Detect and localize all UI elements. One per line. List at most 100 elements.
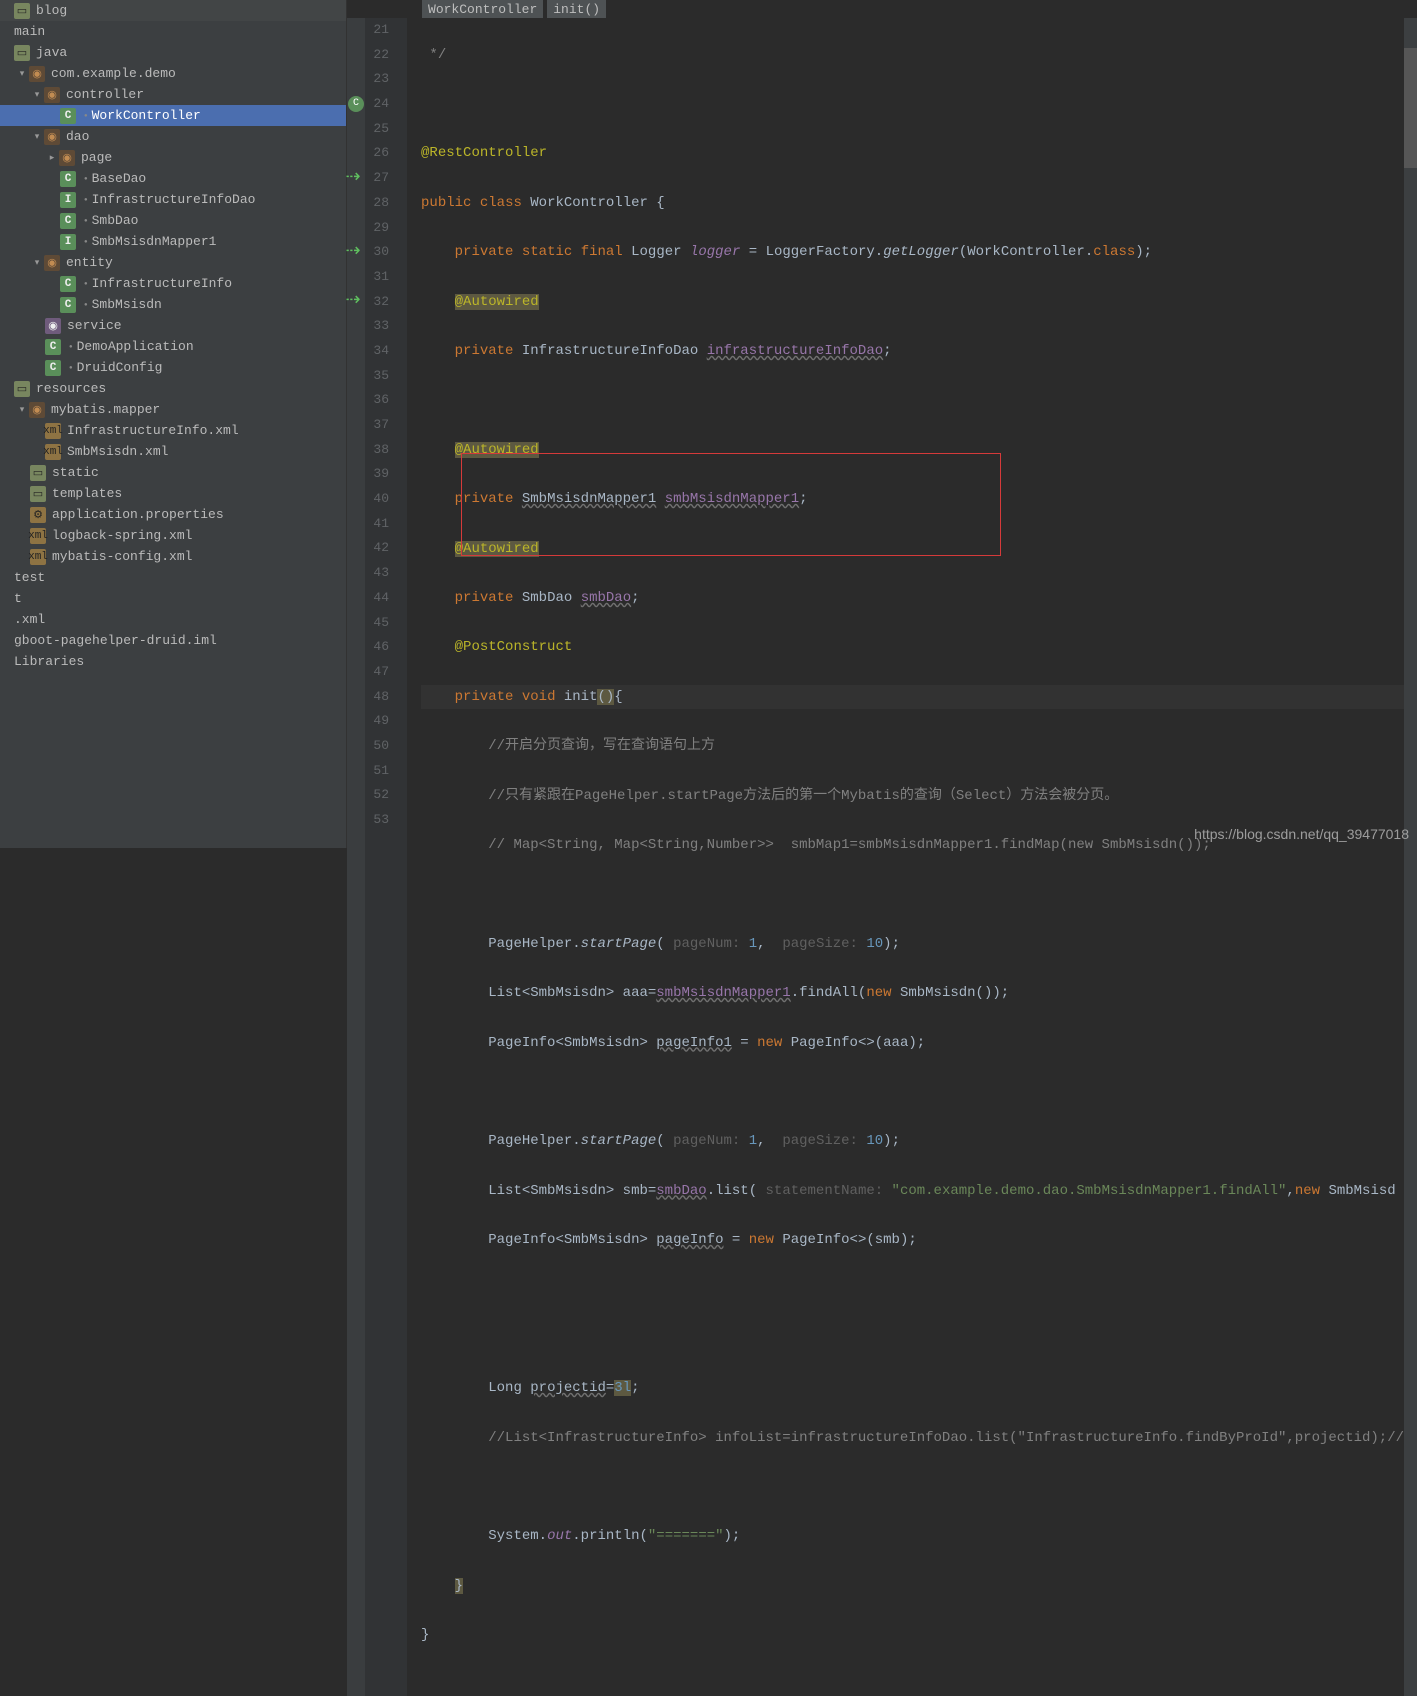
tree-label: blog (36, 3, 67, 18)
class-icon: C (60, 108, 76, 124)
tree-label: dao (66, 129, 89, 144)
tree-item-selected[interactable]: C ● WorkController (0, 105, 346, 126)
modifier-icon: ● (84, 175, 88, 182)
tree-item[interactable]: ▭ templates (0, 483, 346, 504)
tree-label: DemoApplication (77, 339, 194, 354)
tree-label: gboot-pagehelper-druid.iml (14, 633, 217, 648)
bean-gutter-icon[interactable]: ⇢ (345, 293, 361, 309)
folder-icon: ▭ (14, 45, 30, 61)
tree-label: static (52, 465, 99, 480)
tree-label: t (14, 591, 22, 606)
tree-item[interactable]: C ● DruidConfig (0, 357, 346, 378)
gutter: C ⇢ ⇢ ⇢ 21 22 23 24 25 26 27 28 29 30 31… (347, 18, 407, 1696)
tree-label: WorkController (92, 108, 201, 123)
tree-label: SmbMsisdn.xml (67, 444, 168, 459)
scrollbar-thumb[interactable] (1404, 48, 1417, 168)
code-area[interactable]: */ @RestController public class WorkCont… (407, 18, 1404, 1696)
breadcrumb: WorkController init() (347, 0, 1417, 18)
tree-label: test (14, 570, 45, 585)
class-icon: C (45, 339, 61, 355)
bean-gutter-icon[interactable]: ⇢ (345, 244, 361, 260)
tree-item[interactable]: ▾◉controller (0, 84, 346, 105)
xml-file-icon: xml (45, 444, 61, 460)
tree-item[interactable]: Libraries (0, 651, 346, 672)
tree-item[interactable]: C●SmbDao (0, 210, 346, 231)
tree-label: page (81, 150, 112, 165)
tree-item[interactable]: ▾◉entity (0, 252, 346, 273)
tree-label: resources (36, 381, 106, 396)
vertical-scrollbar[interactable] (1404, 18, 1417, 1696)
tree-label: InfrastructureInfoDao (92, 192, 256, 207)
tree-item[interactable]: C●BaseDao (0, 168, 346, 189)
tree-item[interactable]: I ● InfrastructureInfoDao (0, 189, 346, 210)
tree-item[interactable]: ▾◉mybatis.mapper (0, 399, 346, 420)
folder-icon: ▭ (14, 3, 30, 19)
tree-item[interactable]: ▭ java (0, 42, 346, 63)
tree-item[interactable]: .xml (0, 609, 346, 630)
tree-label: DruidConfig (77, 360, 163, 375)
tree-item[interactable]: C●SmbMsisdn (0, 294, 346, 315)
ide-root: ▭ blog main ▭ java ▾◉com.example.demo ▾◉co… (0, 0, 1417, 848)
folder-icon: ▭ (30, 486, 46, 502)
tree-label: .xml (14, 612, 45, 627)
folder-icon: ▭ (30, 465, 46, 481)
tree-label: Libraries (14, 654, 84, 669)
package-icon: ◉ (45, 318, 61, 334)
xml-file-icon: xml (45, 423, 61, 439)
tree-label: BaseDao (92, 171, 147, 186)
interface-icon: I (60, 234, 76, 250)
tree-item[interactable]: ▾◉com.example.demo (0, 63, 346, 84)
tree-item[interactable]: xml SmbMsisdn.xml (0, 441, 346, 462)
tree-item[interactable]: xmlmybatis-config.xml (0, 546, 346, 567)
class-icon: C (60, 276, 76, 292)
tree-item[interactable]: C ● InfrastructureInfo (0, 273, 346, 294)
project-tree[interactable]: ▭ blog main ▭ java ▾◉com.example.demo ▾◉co… (0, 0, 347, 848)
editor[interactable]: C ⇢ ⇢ ⇢ 21 22 23 24 25 26 27 28 29 30 31… (347, 18, 1417, 1696)
breadcrumb-class[interactable]: WorkController (422, 0, 543, 18)
tree-item[interactable]: t (0, 588, 346, 609)
class-icon: C (45, 360, 61, 376)
package-icon: ◉ (44, 255, 60, 271)
tree-item[interactable]: ◉ service (0, 315, 346, 336)
modifier-icon: ● (84, 301, 88, 308)
tree-item[interactable]: ⚙application.properties (0, 504, 346, 525)
modifier-icon: ● (84, 112, 88, 119)
modifier-icon: ● (84, 280, 88, 287)
modifier-icon: ● (84, 217, 88, 224)
tree-label: java (36, 45, 67, 60)
tree-item[interactable]: ▭resources (0, 378, 346, 399)
modifier-icon: ● (69, 364, 73, 371)
tree-item[interactable]: I●SmbMsisdnMapper1 (0, 231, 346, 252)
class-icon: C (60, 297, 76, 313)
breadcrumb-method[interactable]: init() (547, 0, 606, 18)
editor-container: WorkController init() C ⇢ ⇢ ⇢ 21 22 23 2… (347, 0, 1417, 848)
tree-item[interactable]: gboot-pagehelper-druid.iml (0, 630, 346, 651)
props-file-icon: ⚙ (30, 507, 46, 523)
class-gutter-icon[interactable]: C (348, 96, 364, 112)
xml-file-icon: xml (30, 528, 46, 544)
tree-label: templates (52, 486, 122, 501)
modifier-icon: ● (69, 343, 73, 350)
tree-item[interactable]: xmlInfrastructureInfo.xml (0, 420, 346, 441)
modifier-icon: ● (84, 196, 88, 203)
tree-item[interactable]: C ● DemoApplication (0, 336, 346, 357)
tree-label: SmbDao (92, 213, 139, 228)
tree-label: InfrastructureInfo (92, 276, 232, 291)
tree-item[interactable]: main (0, 21, 346, 42)
tree-item[interactable]: ▭ static (0, 462, 346, 483)
tree-label: com.example.demo (51, 66, 176, 81)
tree-label: mybatis-config.xml (52, 549, 192, 564)
bean-gutter-icon[interactable]: ⇢ (345, 170, 361, 186)
gutter-icons: C ⇢ ⇢ ⇢ (347, 18, 365, 1696)
tree-item[interactable]: ▸◉page (0, 147, 346, 168)
package-icon: ◉ (29, 402, 45, 418)
tree-item[interactable]: test (0, 567, 346, 588)
tree-label: service (67, 318, 122, 333)
interface-icon: I (60, 192, 76, 208)
tree-item[interactable]: ▭ blog (0, 0, 346, 21)
modifier-icon: ● (84, 238, 88, 245)
watermark: https://blog.csdn.net/qq_39477018 (1194, 826, 1409, 842)
tree-item[interactable]: xmllogback-spring.xml (0, 525, 346, 546)
package-icon: ◉ (44, 87, 60, 103)
tree-item[interactable]: ▾◉dao (0, 126, 346, 147)
